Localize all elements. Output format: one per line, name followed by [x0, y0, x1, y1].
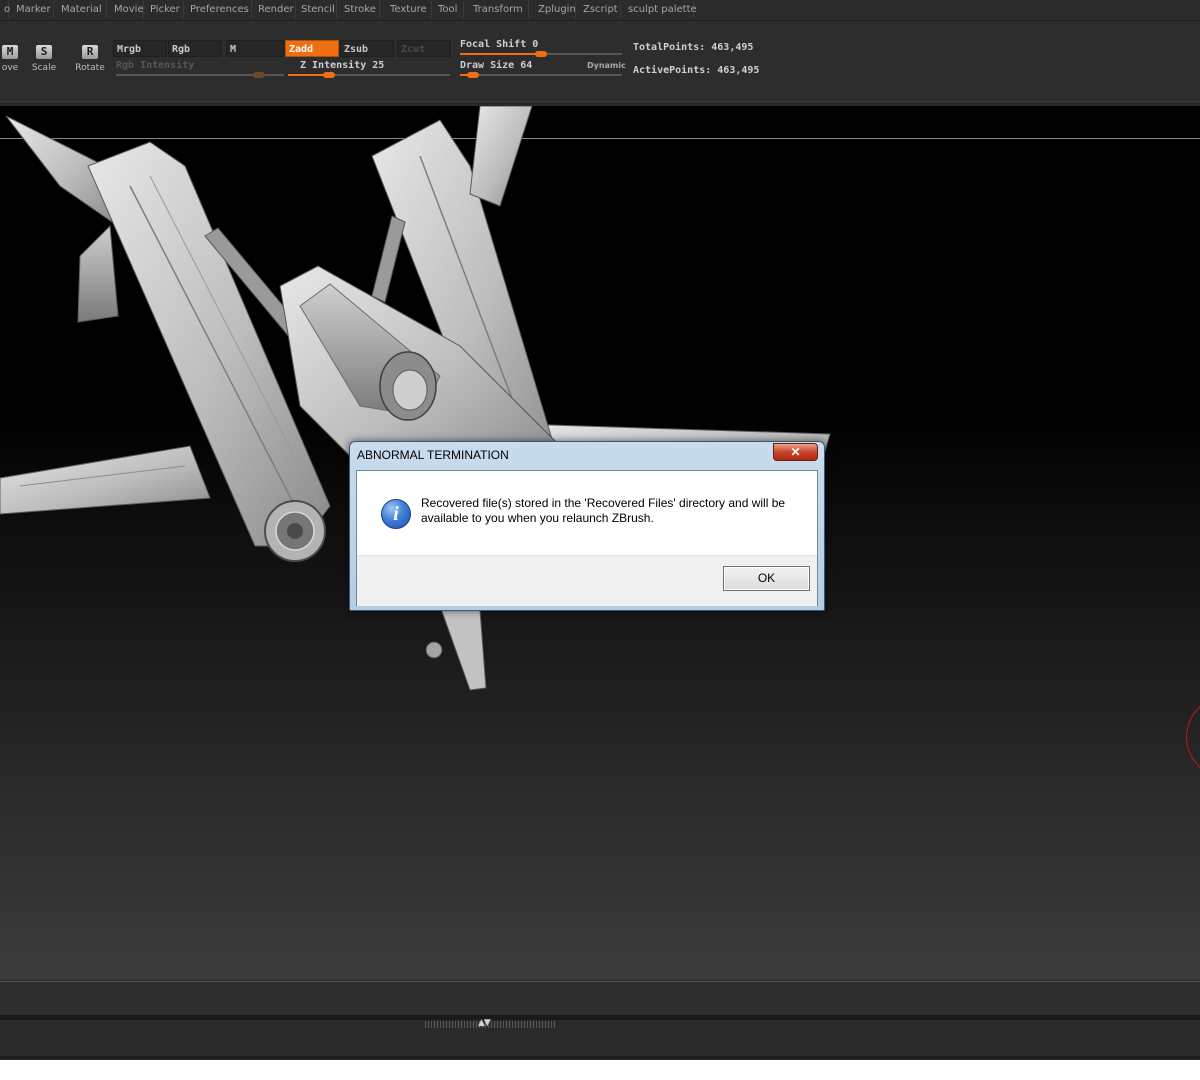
z-intensity-knob[interactable]	[322, 72, 335, 78]
spaceship-model	[0, 106, 831, 691]
menu-item-stroke[interactable]: Stroke	[340, 1, 380, 18]
mrgb-button[interactable]: Mrgb	[113, 40, 167, 57]
rgb-intensity-label: Rgb Intensity	[116, 60, 195, 71]
rotate-label: Rotate	[75, 63, 105, 73]
scale-button[interactable]: S Scale	[26, 43, 62, 95]
menu-item-picker[interactable]: Picker	[146, 1, 184, 18]
draw-size-slider[interactable]	[460, 72, 622, 78]
rotate-icon: R	[82, 45, 98, 59]
information-icon: i	[381, 499, 411, 529]
rotate-button[interactable]: R Rotate	[72, 43, 108, 95]
scale-label: Scale	[31, 63, 57, 73]
move-label: ove	[1, 63, 19, 73]
tray-toggle-icon[interactable]: ▲▼	[478, 1018, 491, 1028]
focal-shift-value: 0	[532, 39, 539, 50]
menu-item-sculpt-palette[interactable]: sculpt palette	[624, 1, 697, 18]
draw-size-label-text: Draw Size	[460, 60, 515, 71]
menu-item-preferences[interactable]: Preferences	[186, 1, 252, 18]
menu-item-movie[interactable]: Movie	[110, 1, 144, 18]
zadd-button[interactable]: Zadd	[285, 40, 339, 57]
draw-size-knob[interactable]	[466, 72, 479, 78]
dialog-button-bar: OK	[357, 555, 817, 606]
menu-item-texture[interactable]: Texture	[386, 1, 432, 18]
focal-shift-slider[interactable]	[460, 51, 622, 57]
bottom-shelf	[0, 1020, 1200, 1056]
focal-shift-fill	[460, 53, 541, 55]
brush-cursor-ring	[1186, 696, 1200, 778]
menu-item-zscript[interactable]: Zscript	[579, 1, 621, 18]
z-intensity-label-text: Z Intensity	[300, 60, 367, 71]
z-intensity-slider[interactable]	[288, 72, 450, 78]
menu-bar: o Marker Material Movie Picker Preferences Ren…	[0, 0, 1200, 21]
z-intensity-value: 25	[372, 60, 385, 71]
zsub-button[interactable]: Zsub	[340, 40, 394, 57]
move-icon: M	[2, 45, 18, 59]
abnormal-termination-dialog: ABNORMAL TERMINATION ✕ i Recovered file(…	[349, 441, 825, 611]
menu-item-tool[interactable]: Tool	[434, 1, 464, 18]
menu-item-stencil[interactable]: Stencil	[297, 1, 337, 18]
focal-shift-label: Focal Shift 0	[460, 39, 538, 50]
z-intensity-label: Z Intensity 25	[300, 60, 384, 71]
draw-size-label: Draw Size 64	[460, 60, 532, 71]
rgb-button[interactable]: Rgb	[168, 40, 222, 57]
focal-shift-knob[interactable]	[535, 51, 547, 57]
lower-tray	[0, 981, 1200, 1016]
menu-item-render[interactable]: Render	[254, 1, 296, 18]
top-shelf: M ove S Scale R Rotate Mrgb Rgb M Zadd Z…	[0, 21, 1200, 102]
draw-size-value: 64	[520, 60, 533, 71]
menu-item-marker[interactable]: Marker	[12, 1, 54, 18]
scale-icon: S	[36, 45, 52, 59]
m-button[interactable]: M	[226, 40, 284, 57]
focal-shift-label-text: Focal Shift	[460, 39, 527, 50]
ok-button[interactable]: OK	[723, 566, 810, 591]
dialog-close-button[interactable]: ✕	[773, 443, 818, 461]
tray-resize-grip[interactable]	[425, 1021, 555, 1028]
menu-item-o[interactable]: o	[0, 1, 10, 18]
menu-item-material[interactable]: Material	[57, 1, 107, 18]
dialog-content: i Recovered file(s) stored in the 'Recov…	[356, 470, 818, 606]
menu-item-transform[interactable]: Transform	[469, 1, 529, 18]
zbrush-window: o Marker Material Movie Picker Preferences Ren…	[0, 0, 1200, 1060]
dialog-message: Recovered file(s) stored in the 'Recover…	[421, 496, 786, 525]
total-points-readout: TotalPoints: 463,495	[633, 42, 754, 53]
dynamic-toggle[interactable]: Dynamic	[587, 61, 626, 70]
menu-item-zplugin[interactable]: Zplugin	[534, 1, 576, 18]
dialog-title: ABNORMAL TERMINATION	[357, 448, 509, 462]
zcut-button[interactable]: Zcut	[397, 40, 451, 57]
rgb-intensity-knob[interactable]	[252, 72, 265, 78]
rgb-intensity-slider[interactable]	[116, 72, 284, 78]
move-button[interactable]: M ove	[0, 43, 28, 95]
active-points-readout: ActivePoints: 463,495	[633, 65, 760, 76]
window-bottom-edge	[0, 1056, 1200, 1059]
